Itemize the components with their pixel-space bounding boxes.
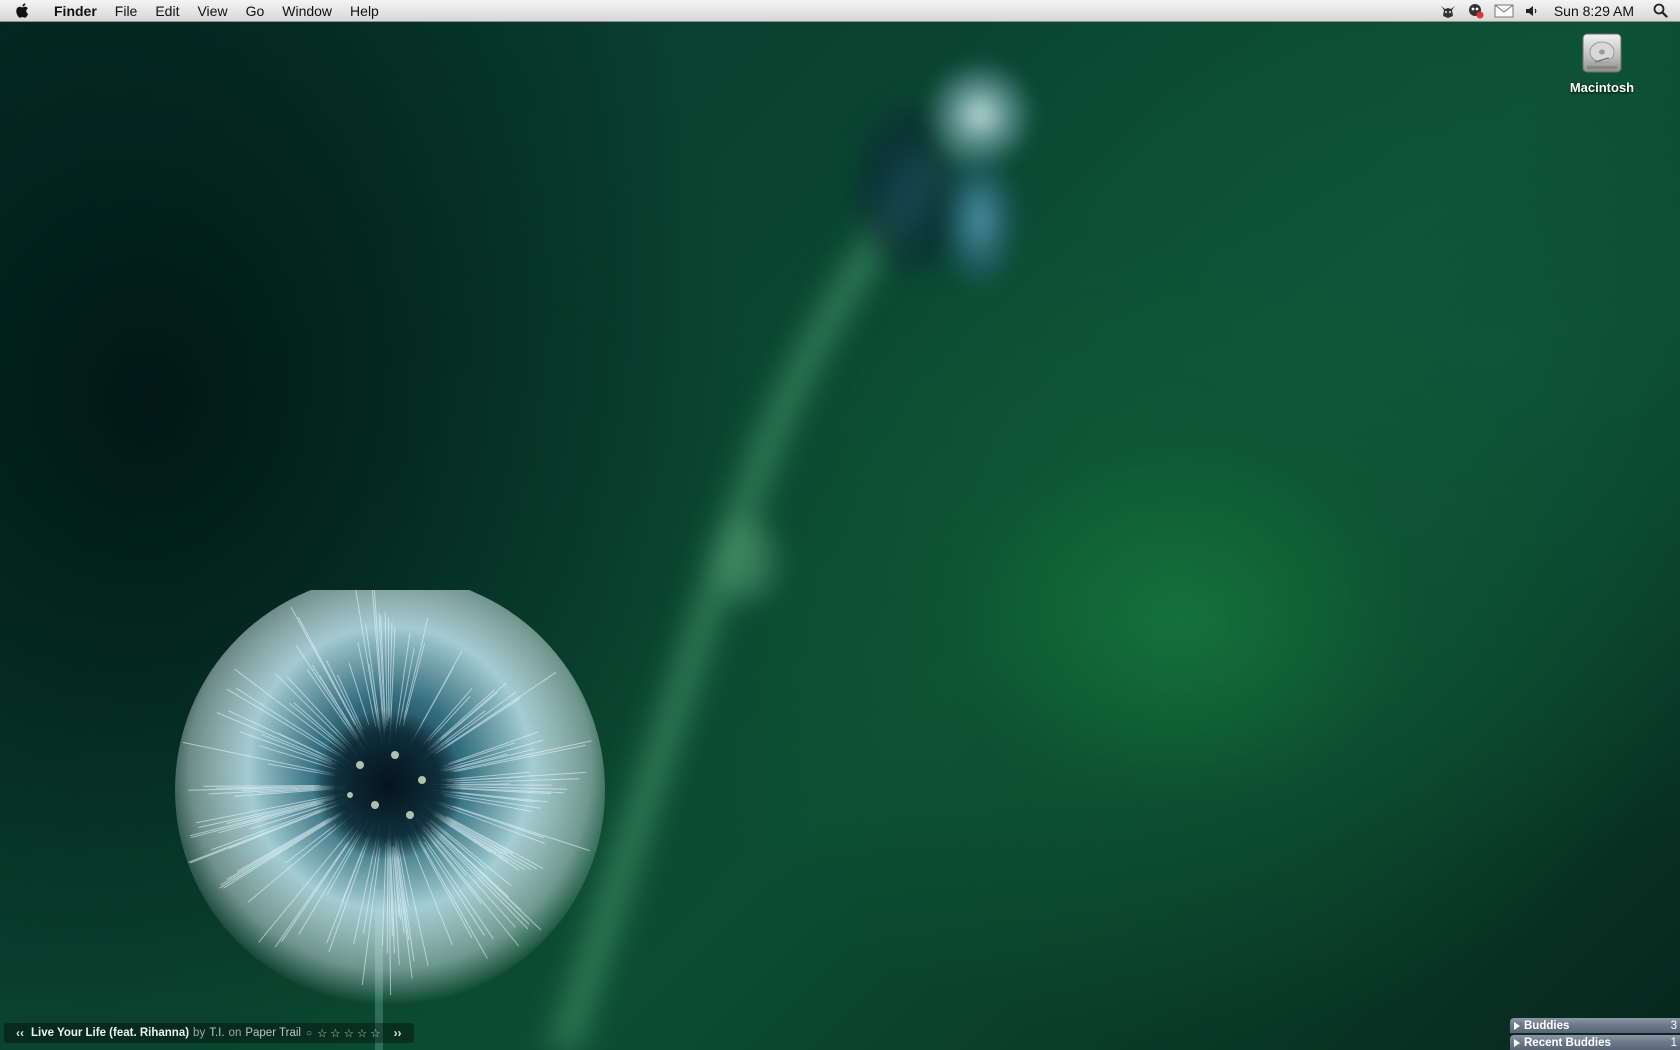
buddy-group-count: 1 (1670, 1036, 1677, 1049)
wallpaper-dandelion (175, 590, 605, 1050)
buddy-group-buddies[interactable]: Buddies 3 (1510, 1018, 1680, 1033)
adium-status-item[interactable] (1462, 0, 1490, 22)
apple-menu[interactable] (0, 0, 46, 22)
next-track-button[interactable]: ›› (390, 1026, 406, 1040)
menu-view[interactable]: View (188, 0, 236, 22)
desktop[interactable]: Finder File Edit View Go Window Help Sun… (0, 0, 1680, 1050)
disclosure-triangle-icon[interactable] (1514, 1021, 1520, 1030)
buddy-group-count: 3 (1670, 1019, 1677, 1032)
buddy-group-label: Buddies (1524, 1019, 1570, 1032)
buddy-group-label: Recent Buddies (1524, 1036, 1611, 1049)
by-label: by (193, 1027, 206, 1039)
menu-app-finder[interactable]: Finder (46, 0, 106, 22)
separator-dot: ○ (305, 1027, 312, 1039)
previous-track-button[interactable]: ‹‹ (12, 1026, 28, 1040)
wallpaper-bud (850, 60, 1040, 290)
now-playing-bar: ‹‹ Live Your Life (feat. Rihanna) by T.I… (4, 1023, 414, 1043)
adium-duck-icon (1468, 3, 1484, 18)
wallpaper-stem (545, 133, 967, 1050)
menu-clock[interactable]: Sun 8:29 AM (1546, 0, 1646, 22)
volume-icon (1525, 5, 1537, 16)
buddy-group-recent-buddies[interactable]: Recent Buddies 1 (1510, 1035, 1680, 1050)
volume-status-item[interactable] (1518, 0, 1546, 22)
menu-go[interactable]: Go (237, 0, 274, 22)
menu-bar: Finder File Edit View Go Window Help Sun… (0, 0, 1680, 22)
disclosure-triangle-icon[interactable] (1514, 1038, 1520, 1047)
menu-edit[interactable]: Edit (146, 0, 188, 22)
on-label: on (228, 1027, 242, 1039)
rating-stars[interactable]: ☆☆☆☆☆ (317, 1026, 384, 1040)
buddy-list: Buddies 3 Recent Buddies 1 (1510, 1018, 1680, 1050)
spotlight-search-icon (1653, 3, 1668, 18)
menu-file[interactable]: File (106, 0, 147, 22)
mail-status-item[interactable] (1490, 0, 1518, 22)
desktop-icon-macintosh[interactable]: Macintosh (1556, 30, 1648, 95)
spotlight-status-item[interactable] (1646, 0, 1674, 22)
hard-drive-icon (1582, 33, 1622, 73)
track-title: Live Your Life (feat. Rihanna) (31, 1027, 190, 1039)
apple-logo-icon (16, 3, 29, 18)
mail-icon (1494, 4, 1514, 17)
growl-status-item[interactable] (1434, 0, 1462, 22)
menu-window[interactable]: Window (273, 0, 341, 22)
desktop-icon-label: Macintosh (1569, 80, 1635, 95)
menu-help[interactable]: Help (341, 0, 388, 22)
track-artist: T.I. (209, 1027, 225, 1039)
growl-cat-icon (1440, 5, 1455, 18)
track-album: Paper Trail (245, 1027, 301, 1039)
